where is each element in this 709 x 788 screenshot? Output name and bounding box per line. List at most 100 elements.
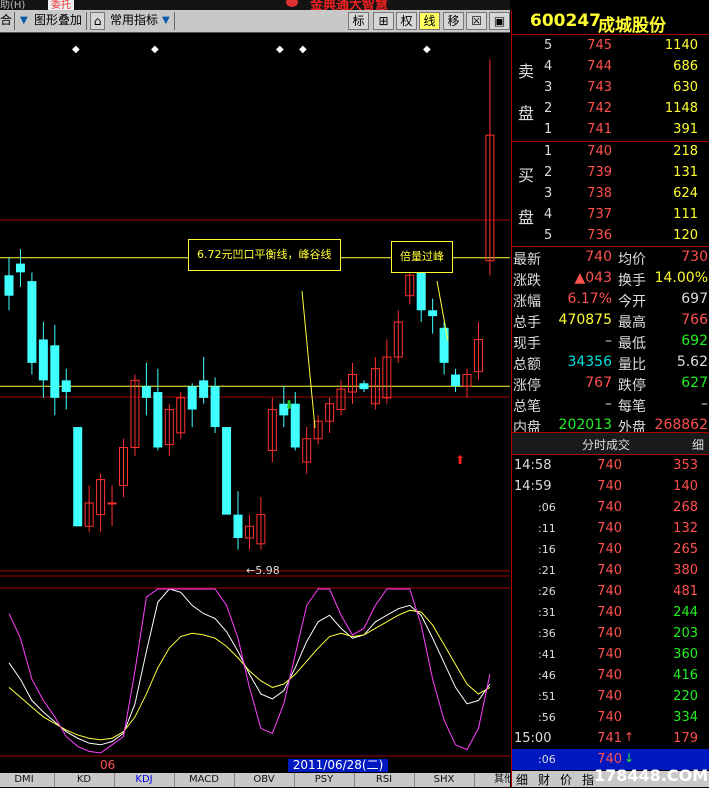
maximize-icon[interactable]: ▣ [489, 12, 510, 30]
tick-row[interactable]: :36 740 203 [512, 623, 709, 644]
event-marker-icon: ◆ [151, 44, 159, 55]
chevron-down-icon[interactable]: ▼ [162, 15, 170, 26]
tick-row[interactable]: 14:58 740 353 [512, 455, 709, 476]
quote-label: 总手 [513, 315, 541, 331]
tick-volume: 268 [673, 500, 698, 515]
quote-label: 涨停 [513, 378, 541, 394]
indicator-tab-shx[interactable]: SHX [414, 773, 475, 787]
candle-body [233, 514, 243, 538]
entrust-button[interactable]: 委托 [48, 0, 74, 10]
panel-tab[interactable]: 细 [516, 771, 528, 788]
tick-price: 740 [597, 605, 622, 620]
quote-label: 换手 [618, 273, 646, 289]
kline-chart[interactable]: ◆ ◆ ◆ ◆ ◆ ⬇ ⬆ [0, 33, 510, 773]
tick-title: 分时成交 [582, 438, 631, 452]
indicator-tab-macd[interactable]: MACD [174, 773, 235, 787]
quote-label: 总额 [513, 357, 541, 373]
sell-signal-icon: ⬇ [284, 398, 294, 412]
tick-time: 14:59 [514, 479, 552, 494]
bid-price: 736 [587, 228, 612, 243]
tick-row[interactable]: 15:00 741 ↑ 179 [512, 728, 709, 749]
panel-tab[interactable]: 指 [582, 771, 594, 788]
tick-time: :06 [538, 501, 556, 514]
indicator-tab-obv[interactable]: OBV [234, 773, 295, 787]
tick-row[interactable]: :46 740 416 [512, 665, 709, 686]
quote-value: 14.00% [654, 270, 708, 286]
ask-price: 743 [587, 80, 612, 95]
ask-volume: 630 [673, 80, 698, 95]
chevron-down-icon[interactable]: ▼ [20, 15, 28, 26]
indicator-tab-rsi[interactable]: RSI [354, 773, 415, 787]
candle-body [4, 275, 14, 296]
candle-body [210, 386, 220, 428]
panel-tab[interactable]: 财 [538, 771, 550, 788]
title-strip: 助(H) 委托 金典通大智慧 [0, 0, 510, 10]
tick-volume: 360 [673, 647, 698, 662]
bid-price: 738 [587, 186, 612, 201]
quote-value: – [701, 396, 708, 412]
tick-row[interactable]: :11 740 132 [512, 518, 709, 539]
quote-row: 总笔 – 每笔 – [512, 394, 709, 415]
tick-time: 14:58 [514, 458, 552, 473]
grid-button[interactable]: ⊞ [373, 12, 394, 30]
help-menu[interactable]: 助(H) [0, 0, 25, 10]
tick-row[interactable]: :31 740 244 [512, 602, 709, 623]
candle-body [61, 380, 71, 393]
ask-volume: 391 [673, 122, 698, 137]
tick-price: 740 [597, 710, 622, 725]
indicator-tab-kd[interactable]: KD [54, 773, 115, 787]
tick-row[interactable]: :21 740 380 [512, 560, 709, 581]
level-number: 4 [544, 59, 553, 74]
app-logo-icon [286, 0, 298, 7]
sell-row-4: 4 744 686 [512, 57, 709, 78]
indicator-tab-psy[interactable]: PSY [294, 773, 355, 787]
mark-button[interactable]: 标 [348, 12, 369, 30]
tick-price: 740 [597, 563, 622, 578]
close-chart-icon[interactable]: ☒ [466, 12, 487, 30]
move-button[interactable]: 移 [443, 12, 464, 30]
tick-row[interactable]: :06 740 268 [512, 497, 709, 518]
overlay-menu[interactable]: 图形叠加 [34, 12, 82, 29]
quote-label: 最新 [513, 252, 541, 268]
tick-volume: 481 [673, 584, 698, 599]
quote-value: 730 [681, 249, 708, 265]
toolbar-prefix[interactable]: 合 [0, 12, 12, 29]
tick-row[interactable]: :56 740 334 [512, 707, 709, 728]
tick-row[interactable]: 14:59 740 140 [512, 476, 709, 497]
level-number: 2 [544, 101, 553, 116]
panel-tab[interactable]: 价 [560, 771, 572, 788]
tick-time: :41 [538, 648, 556, 661]
lock-icon[interactable]: ⌂ [90, 12, 105, 30]
quote-label: 现手 [513, 336, 541, 352]
stock-header: 600247 成城股份 [512, 10, 709, 36]
rights-button[interactable]: 权 [396, 12, 417, 30]
tick-volume: 132 [673, 521, 698, 536]
indicator-tab-kdj[interactable]: KDJ [114, 773, 175, 787]
line-button[interactable]: 线 [419, 12, 440, 30]
tick-row[interactable]: :16 740 265 [512, 539, 709, 560]
tick-row[interactable]: :41 740 360 [512, 644, 709, 665]
indicator-tabs: DMI KD KDJ MACD OBV PSY RSI SHX 其他 [0, 773, 535, 787]
tick-row[interactable]: :26 740 481 [512, 581, 709, 602]
tick-row[interactable]: :51 740 220 [512, 686, 709, 707]
candle-body [222, 427, 232, 515]
quote-label: 今开 [618, 294, 646, 310]
tick-time: :46 [538, 669, 556, 682]
quote-value: 470875 [558, 312, 612, 328]
quote-value: 692 [681, 333, 708, 349]
candle-body [15, 263, 25, 273]
tick-time: :56 [538, 711, 556, 724]
kdj-line-k [8, 588, 491, 746]
tick-time: :36 [538, 627, 556, 640]
quote-value: 268862 [654, 417, 708, 433]
balance-lines [0, 257, 510, 387]
quote-label: 均价 [618, 252, 646, 268]
tick-time: :31 [538, 606, 556, 619]
indicator-tab-dmi[interactable]: DMI [0, 773, 55, 787]
tick-volume: 203 [673, 626, 698, 641]
detail-toggle[interactable]: 细 [692, 436, 704, 453]
ask-price: 744 [587, 59, 612, 74]
tick-price: 740 [597, 479, 622, 494]
sell-row-3: 3 743 630 [512, 78, 709, 99]
indicator-menu[interactable]: 常用指标 [110, 12, 158, 29]
